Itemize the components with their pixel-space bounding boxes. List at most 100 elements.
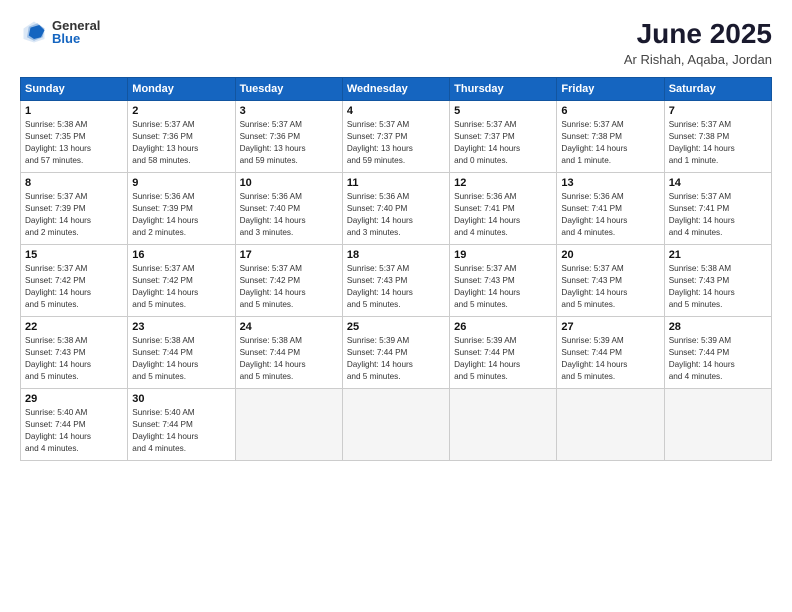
calendar-cell bbox=[450, 389, 557, 461]
day-number: 26 bbox=[454, 321, 552, 333]
calendar-cell: 11 Sunrise: 5:36 AM Sunset: 7:40 PM Dayli… bbox=[342, 173, 449, 245]
calendar-cell: 2 Sunrise: 5:37 AM Sunset: 7:36 PM Daylig… bbox=[128, 101, 235, 173]
calendar-cell: 14Sunrise: 5:37 AM Sunset: 7:41 PM Dayli… bbox=[664, 173, 771, 245]
day-number: 9 bbox=[132, 177, 230, 189]
calendar-cell: 28 Sunrise: 5:39 AM Sunset: 7:44 PM Dayli… bbox=[664, 317, 771, 389]
calendar-cell: 30 Sunrise: 5:40 AM Sunset: 7:44 PM Dayli… bbox=[128, 389, 235, 461]
calendar-week-2: 8 Sunrise: 5:37 AM Sunset: 7:39 PM Daylig… bbox=[21, 173, 772, 245]
calendar-cell: 22Sunrise: 5:38 AM Sunset: 7:43 PM Dayli… bbox=[21, 317, 128, 389]
calendar-week-4: 22Sunrise: 5:38 AM Sunset: 7:43 PM Dayli… bbox=[21, 317, 772, 389]
day-info: Sunrise: 5:37 AM Sunset: 7:38 PM Dayligh… bbox=[669, 119, 767, 167]
calendar-cell: 10Sunrise: 5:36 AM Sunset: 7:40 PM Dayli… bbox=[235, 173, 342, 245]
day-info: Sunrise: 5:38 AM Sunset: 7:44 PM Dayligh… bbox=[240, 335, 338, 383]
day-info: Sunrise: 5:39 AM Sunset: 7:44 PM Dayligh… bbox=[669, 335, 767, 383]
calendar-cell: 4Sunrise: 5:37 AM Sunset: 7:37 PM Daylig… bbox=[342, 101, 449, 173]
day-info: Sunrise: 5:36 AM Sunset: 7:40 PM Dayligh… bbox=[240, 191, 338, 239]
day-number: 11 bbox=[347, 177, 445, 189]
day-info: Sunrise: 5:38 AM Sunset: 7:35 PM Dayligh… bbox=[25, 119, 123, 167]
page: General Blue June 2025 Ar Rishah, Aqaba,… bbox=[0, 0, 792, 612]
day-number: 23 bbox=[132, 321, 230, 333]
location: Ar Rishah, Aqaba, Jordan bbox=[624, 52, 772, 67]
calendar-cell: 15 Sunrise: 5:37 AM Sunset: 7:42 PM Dayli… bbox=[21, 245, 128, 317]
calendar-cell: 21 Sunrise: 5:38 AM Sunset: 7:43 PM Dayli… bbox=[664, 245, 771, 317]
day-info: Sunrise: 5:37 AM Sunset: 7:43 PM Dayligh… bbox=[347, 263, 445, 311]
day-number: 24 bbox=[240, 321, 338, 333]
day-info: Sunrise: 5:36 AM Sunset: 7:41 PM Dayligh… bbox=[454, 191, 552, 239]
calendar-cell bbox=[235, 389, 342, 461]
day-number: 1 bbox=[25, 105, 123, 117]
calendar-cell: 5Sunrise: 5:37 AM Sunset: 7:37 PM Daylig… bbox=[450, 101, 557, 173]
day-info: Sunrise: 5:37 AM Sunset: 7:42 PM Dayligh… bbox=[25, 263, 123, 311]
calendar-week-3: 15 Sunrise: 5:37 AM Sunset: 7:42 PM Dayli… bbox=[21, 245, 772, 317]
day-number: 27 bbox=[561, 321, 659, 333]
day-number: 17 bbox=[240, 249, 338, 261]
day-info: Sunrise: 5:40 AM Sunset: 7:44 PM Dayligh… bbox=[25, 407, 123, 455]
day-header-friday: Friday bbox=[557, 78, 664, 101]
day-header-monday: Monday bbox=[128, 78, 235, 101]
day-info: Sunrise: 5:36 AM Sunset: 7:39 PM Dayligh… bbox=[132, 191, 230, 239]
day-number: 18 bbox=[347, 249, 445, 261]
calendar-week-5: 29 Sunrise: 5:40 AM Sunset: 7:44 PM Dayli… bbox=[21, 389, 772, 461]
calendar-cell bbox=[342, 389, 449, 461]
calendar-cell: 26Sunrise: 5:39 AM Sunset: 7:44 PM Dayli… bbox=[450, 317, 557, 389]
calendar-cell: 1 Sunrise: 5:38 AM Sunset: 7:35 PM Daylig… bbox=[21, 101, 128, 173]
day-number: 15 bbox=[25, 249, 123, 261]
calendar-cell: 8 Sunrise: 5:37 AM Sunset: 7:39 PM Daylig… bbox=[21, 173, 128, 245]
day-header-saturday: Saturday bbox=[664, 78, 771, 101]
title-block: June 2025 Ar Rishah, Aqaba, Jordan bbox=[624, 18, 772, 67]
day-number: 29 bbox=[25, 393, 123, 405]
calendar-cell: 18 Sunrise: 5:37 AM Sunset: 7:43 PM Dayli… bbox=[342, 245, 449, 317]
day-info: Sunrise: 5:38 AM Sunset: 7:43 PM Dayligh… bbox=[669, 263, 767, 311]
day-info: Sunrise: 5:37 AM Sunset: 7:43 PM Dayligh… bbox=[454, 263, 552, 311]
logo-blue: Blue bbox=[52, 32, 100, 45]
day-number: 8 bbox=[25, 177, 123, 189]
day-number: 3 bbox=[240, 105, 338, 117]
day-number: 14 bbox=[669, 177, 767, 189]
day-info: Sunrise: 5:37 AM Sunset: 7:42 PM Dayligh… bbox=[132, 263, 230, 311]
day-header-thursday: Thursday bbox=[450, 78, 557, 101]
calendar-cell: 24 Sunrise: 5:38 AM Sunset: 7:44 PM Dayli… bbox=[235, 317, 342, 389]
logo-icon bbox=[20, 18, 48, 46]
day-header-sunday: Sunday bbox=[21, 78, 128, 101]
day-info: Sunrise: 5:39 AM Sunset: 7:44 PM Dayligh… bbox=[561, 335, 659, 383]
day-info: Sunrise: 5:37 AM Sunset: 7:39 PM Dayligh… bbox=[25, 191, 123, 239]
month-title: June 2025 bbox=[624, 18, 772, 50]
day-info: Sunrise: 5:39 AM Sunset: 7:44 PM Dayligh… bbox=[347, 335, 445, 383]
day-header-wednesday: Wednesday bbox=[342, 78, 449, 101]
calendar-cell bbox=[557, 389, 664, 461]
day-number: 16 bbox=[132, 249, 230, 261]
calendar-cell: 25 Sunrise: 5:39 AM Sunset: 7:44 PM Dayli… bbox=[342, 317, 449, 389]
calendar-cell: 3 Sunrise: 5:37 AM Sunset: 7:36 PM Daylig… bbox=[235, 101, 342, 173]
calendar-cell: 12 Sunrise: 5:36 AM Sunset: 7:41 PM Dayli… bbox=[450, 173, 557, 245]
day-number: 4 bbox=[347, 105, 445, 117]
day-info: Sunrise: 5:37 AM Sunset: 7:36 PM Dayligh… bbox=[240, 119, 338, 167]
day-number: 30 bbox=[132, 393, 230, 405]
day-info: Sunrise: 5:40 AM Sunset: 7:44 PM Dayligh… bbox=[132, 407, 230, 455]
day-number: 21 bbox=[669, 249, 767, 261]
day-info: Sunrise: 5:37 AM Sunset: 7:36 PM Dayligh… bbox=[132, 119, 230, 167]
calendar-cell: 27 Sunrise: 5:39 AM Sunset: 7:44 PM Dayli… bbox=[557, 317, 664, 389]
day-header-tuesday: Tuesday bbox=[235, 78, 342, 101]
day-number: 7 bbox=[669, 105, 767, 117]
calendar-cell: 23Sunrise: 5:38 AM Sunset: 7:44 PM Dayli… bbox=[128, 317, 235, 389]
day-number: 19 bbox=[454, 249, 552, 261]
calendar-cell: 17Sunrise: 5:37 AM Sunset: 7:42 PM Dayli… bbox=[235, 245, 342, 317]
calendar-cell: 7 Sunrise: 5:37 AM Sunset: 7:38 PM Daylig… bbox=[664, 101, 771, 173]
calendar-cell bbox=[664, 389, 771, 461]
calendar-cell: 19 Sunrise: 5:37 AM Sunset: 7:43 PM Dayli… bbox=[450, 245, 557, 317]
day-info: Sunrise: 5:37 AM Sunset: 7:43 PM Dayligh… bbox=[561, 263, 659, 311]
day-number: 5 bbox=[454, 105, 552, 117]
calendar-cell: 29 Sunrise: 5:40 AM Sunset: 7:44 PM Dayli… bbox=[21, 389, 128, 461]
calendar-cell: 16 Sunrise: 5:37 AM Sunset: 7:42 PM Dayli… bbox=[128, 245, 235, 317]
day-number: 12 bbox=[454, 177, 552, 189]
day-info: Sunrise: 5:38 AM Sunset: 7:43 PM Dayligh… bbox=[25, 335, 123, 383]
calendar: SundayMondayTuesdayWednesdayThursdayFrid… bbox=[20, 77, 772, 461]
header: General Blue June 2025 Ar Rishah, Aqaba,… bbox=[20, 18, 772, 67]
day-number: 25 bbox=[347, 321, 445, 333]
day-info: Sunrise: 5:37 AM Sunset: 7:38 PM Dayligh… bbox=[561, 119, 659, 167]
calendar-header-row: SundayMondayTuesdayWednesdayThursdayFrid… bbox=[21, 78, 772, 101]
day-info: Sunrise: 5:36 AM Sunset: 7:41 PM Dayligh… bbox=[561, 191, 659, 239]
day-info: Sunrise: 5:36 AM Sunset: 7:40 PM Dayligh… bbox=[347, 191, 445, 239]
day-number: 28 bbox=[669, 321, 767, 333]
day-number: 2 bbox=[132, 105, 230, 117]
